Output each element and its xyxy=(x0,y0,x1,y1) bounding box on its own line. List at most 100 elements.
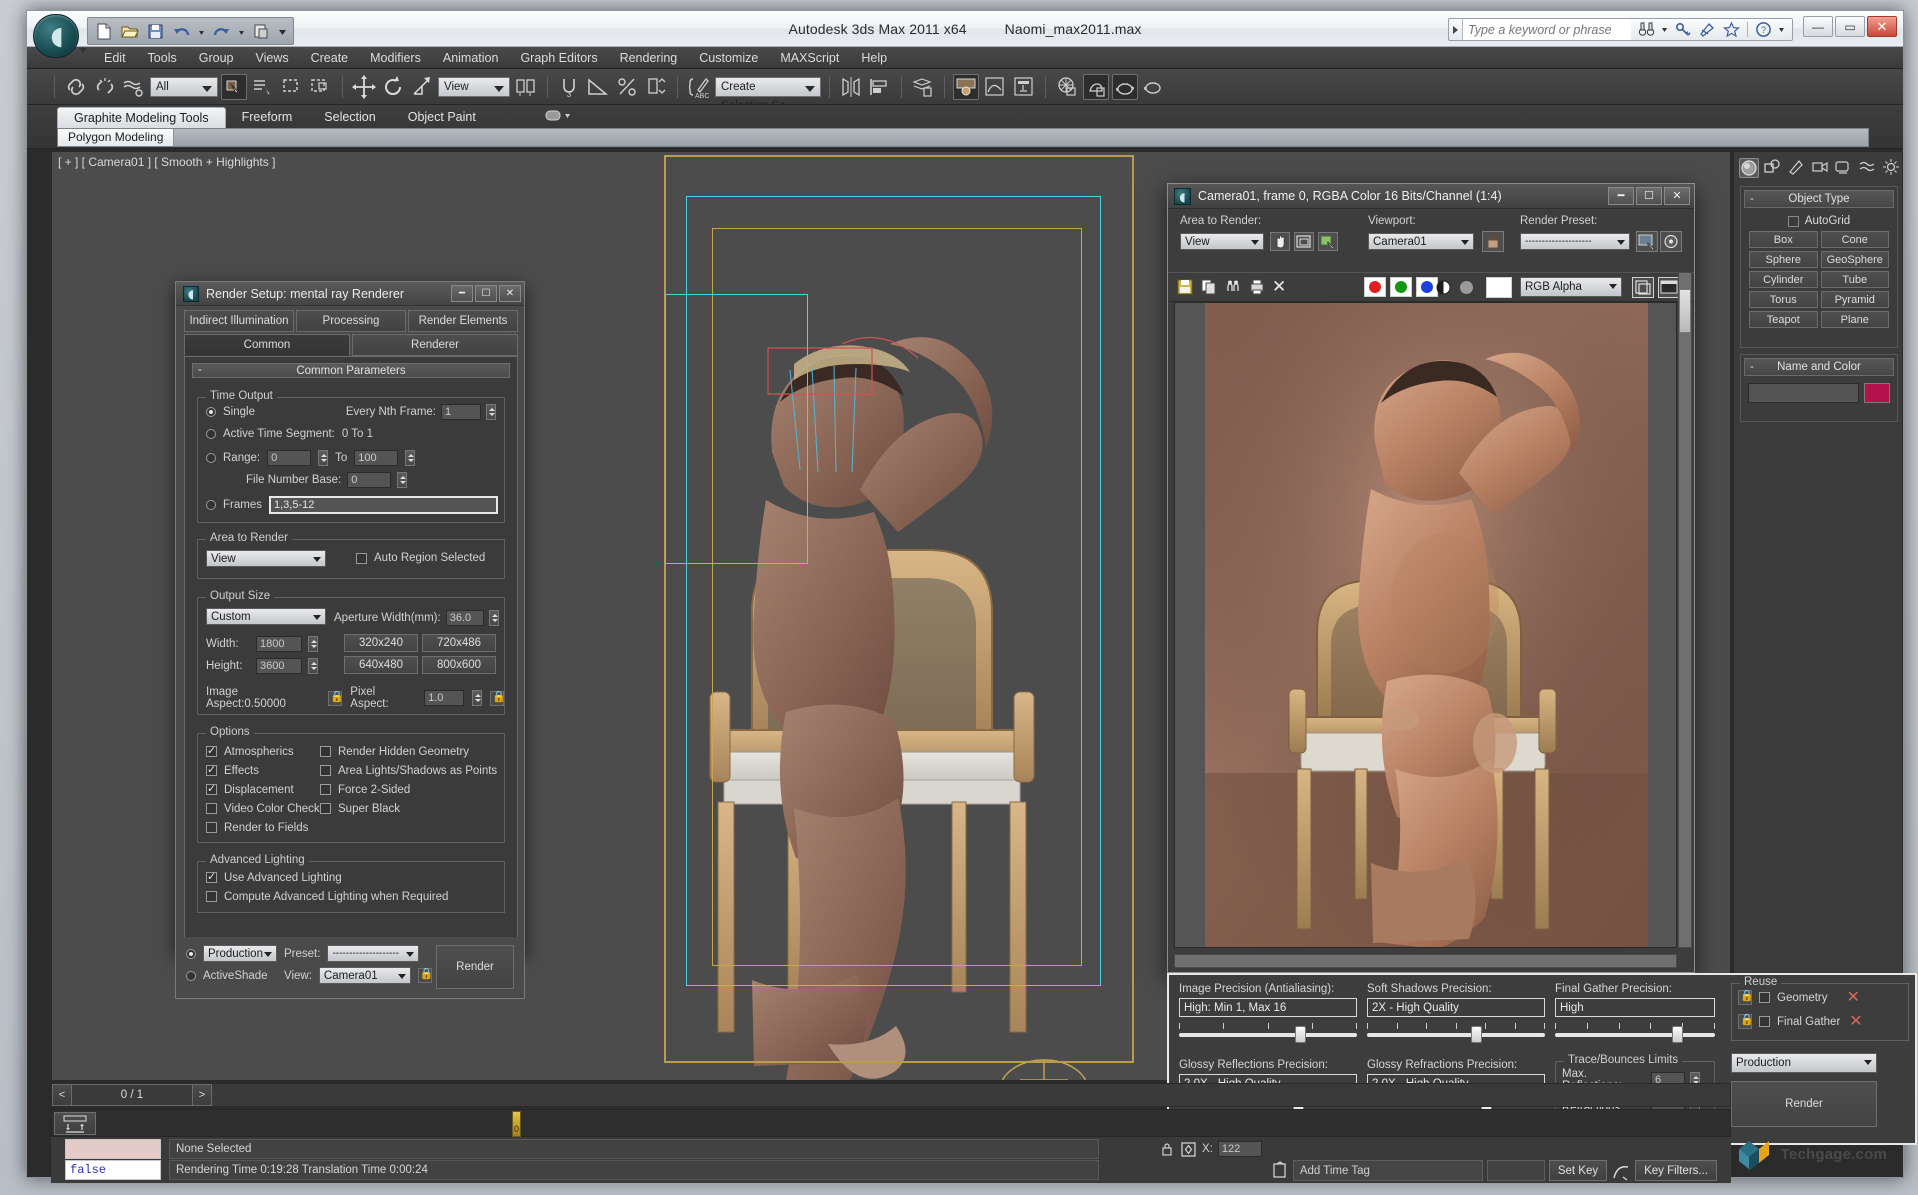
height-input[interactable]: 3600 xyxy=(256,658,302,674)
region-select-icon[interactable] xyxy=(1294,232,1314,251)
option-checkbox-render-hidden-geometry[interactable] xyxy=(320,746,331,757)
pixel-aspect-input[interactable]: 1.0 xyxy=(424,690,465,706)
blue-channel-chip[interactable] xyxy=(1416,277,1438,297)
snaps-toggle-icon[interactable]: 3 xyxy=(556,74,582,100)
object-type-button-geosphere[interactable]: GeoSphere xyxy=(1820,251,1889,268)
option-checkbox-super-black[interactable] xyxy=(320,803,331,814)
option-row-displacement[interactable]: Displacement xyxy=(206,780,336,799)
rendered-image-area[interactable] xyxy=(1174,302,1677,948)
select-object-icon[interactable] xyxy=(221,73,247,100)
soft-shadows-slider[interactable] xyxy=(1367,1023,1545,1043)
rfw-horizontal-scrollbar[interactable] xyxy=(1174,954,1677,968)
object-type-header[interactable]: - Object Type xyxy=(1744,190,1894,208)
select-by-name-icon[interactable] xyxy=(250,74,276,100)
render-setup-tab-render-elements[interactable]: Render Elements xyxy=(408,310,518,332)
alpha-channel-icon[interactable] xyxy=(1436,280,1451,295)
menu-item-animation[interactable]: Animation xyxy=(432,47,510,69)
auto-region-row[interactable]: Auto Region Selected xyxy=(356,552,485,564)
search-dropdown-icon[interactable] xyxy=(1662,21,1668,38)
option-checkbox-use-advanced-lighting[interactable] xyxy=(206,870,217,883)
soft-shadows-knob[interactable] xyxy=(1470,1026,1482,1043)
select-and-link-icon[interactable] xyxy=(63,74,89,100)
reuse-final-gather-clear-icon[interactable]: ✕ xyxy=(1849,1013,1862,1029)
range-to-input[interactable]: 100 xyxy=(354,450,399,466)
select-and-move-icon[interactable] xyxy=(351,74,377,100)
time-tag-icon[interactable] xyxy=(1271,1161,1289,1180)
single-radio[interactable] xyxy=(206,407,216,417)
area-to-render-dropdown[interactable]: View xyxy=(206,550,326,567)
image-precision-knob[interactable] xyxy=(1295,1026,1307,1043)
render-setup-icon[interactable] xyxy=(1054,74,1080,100)
open-mini-curve-editor-button[interactable] xyxy=(54,1112,96,1135)
option-row-video-color-check[interactable]: Video Color Check xyxy=(206,799,336,818)
menu-item-views[interactable]: Views xyxy=(244,47,299,69)
qat-dropdown-icon[interactable] xyxy=(278,22,287,41)
render-setup-dialog[interactable]: ◖ Render Setup: mental ray Renderer ━ ☐ … xyxy=(175,281,525,954)
quick-size-button-640x480[interactable]: 640x480 xyxy=(344,656,418,674)
window-crossing-toggle-icon[interactable] xyxy=(308,74,334,100)
auto-region-checkbox[interactable] xyxy=(356,552,367,564)
activeshade-row[interactable]: ActiveShade View: Camera01 xyxy=(186,967,434,984)
view-lock-icon[interactable] xyxy=(417,967,434,983)
absolute-relative-toggle-icon[interactable] xyxy=(1180,1141,1197,1158)
select-and-rotate-icon[interactable] xyxy=(380,74,406,100)
image-aspect-lock-icon[interactable] xyxy=(328,690,344,706)
option-row-super-black[interactable]: Super Black xyxy=(320,799,500,818)
render-iterative-teapot-icon[interactable] xyxy=(1141,74,1167,100)
pixel-aspect-lock-icon[interactable] xyxy=(490,690,506,706)
file-number-base-spinner[interactable] xyxy=(397,472,408,488)
rfw-maximize-button[interactable]: ☐ xyxy=(1636,187,1662,205)
add-time-tag-field[interactable]: Add Time Tag xyxy=(1292,1160,1483,1181)
image-precision-slider[interactable] xyxy=(1179,1023,1357,1043)
rfw-area-to-render-dropdown[interactable]: View xyxy=(1180,233,1264,250)
quick-size-button-800x600[interactable]: 800x600 xyxy=(422,656,496,674)
undo-arrow-icon[interactable] xyxy=(172,22,191,41)
material-editor-icon[interactable] xyxy=(953,73,979,100)
active-time-segment-radio[interactable] xyxy=(206,429,216,439)
align-icon[interactable] xyxy=(867,74,893,100)
preset-dropdown[interactable]: -------------------- xyxy=(327,945,420,962)
option-checkbox-video-color-check[interactable] xyxy=(206,803,217,814)
hierarchy-tab-icon[interactable] xyxy=(1787,158,1807,178)
soft-shadows-value[interactable]: 2X - High Quality xyxy=(1367,998,1545,1017)
render-frame-window[interactable]: ◖ Camera01, frame 0, RGBA Color 16 Bits/… xyxy=(1167,183,1695,973)
save-image-icon[interactable] xyxy=(1176,278,1194,296)
viewport-lock-icon[interactable] xyxy=(1482,231,1504,252)
single-radio-row[interactable]: Single xyxy=(206,406,255,418)
render-setup-tab-processing[interactable]: Processing xyxy=(296,310,406,332)
render-setup-maximize-button[interactable]: ☐ xyxy=(475,285,497,302)
duplicate-bitmap-icon[interactable] xyxy=(1632,277,1654,298)
key-filters-button[interactable]: Key Filters... xyxy=(1635,1160,1717,1181)
bind-to-space-warp-icon[interactable] xyxy=(121,74,147,100)
object-type-button-torus[interactable]: Torus xyxy=(1749,291,1818,308)
selection-filter-dropdown[interactable]: All xyxy=(150,76,218,97)
star-icon[interactable] xyxy=(1723,21,1740,38)
object-type-button-pyramid[interactable]: Pyramid xyxy=(1820,291,1889,308)
rfw-minimize-button[interactable]: ━ xyxy=(1608,187,1634,205)
reuse-geometry-clear-icon[interactable]: ✕ xyxy=(1847,989,1860,1005)
named-selection-sets-icon[interactable]: ABC xyxy=(686,74,712,100)
utilities-tab-icon[interactable] xyxy=(1858,158,1878,178)
x-coordinate-input[interactable]: 122 xyxy=(1217,1141,1262,1157)
pan-hand-icon[interactable] xyxy=(1270,232,1290,251)
red-channel-chip[interactable] xyxy=(1364,277,1386,297)
final-gather-slider[interactable] xyxy=(1555,1023,1715,1043)
print-image-icon[interactable] xyxy=(1248,278,1266,296)
percent-snap-icon[interactable] xyxy=(614,74,640,100)
quick-size-button-320x240[interactable]: 320x240 xyxy=(344,634,418,652)
range-row[interactable]: Range: 0 To 100 xyxy=(206,450,416,466)
option-checkbox-force-2-sided[interactable] xyxy=(320,784,331,795)
output-size-preset-dropdown[interactable]: Custom xyxy=(206,608,326,625)
render-button[interactable]: Render xyxy=(436,945,514,989)
reuse-final-gather-checkbox[interactable] xyxy=(1759,1016,1770,1027)
angle-snap-icon[interactable] xyxy=(585,74,611,100)
active-time-segment-row[interactable]: Active Time Segment: 0 To 1 xyxy=(206,428,373,440)
display-tab-icon[interactable] xyxy=(1834,158,1854,178)
minimize-button[interactable]: — xyxy=(1803,16,1833,37)
object-type-button-cylinder[interactable]: Cylinder xyxy=(1749,271,1818,288)
image-precision-value[interactable]: High: Min 1, Max 16 xyxy=(1179,998,1357,1017)
final-gather-knob[interactable] xyxy=(1671,1026,1683,1043)
option-checkbox-area-lights-shadows-as-points[interactable] xyxy=(320,765,331,776)
object-type-button-box[interactable]: Box xyxy=(1749,231,1818,248)
green-channel-chip[interactable] xyxy=(1390,277,1412,297)
